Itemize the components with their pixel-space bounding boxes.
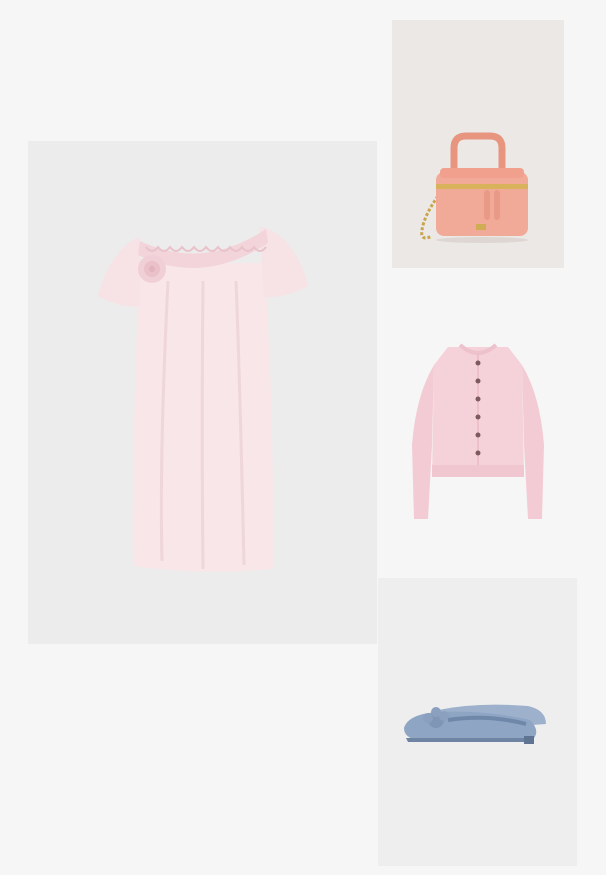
pink-vanity-handbag-icon [420,132,528,243]
shoes-product-tile[interactable] [378,578,577,866]
cardigan-product-tile[interactable] [392,305,564,553]
pink-cardigan-icon [412,343,544,519]
dress-product-tile[interactable] [28,141,377,644]
blue-ballet-flat-icon [404,704,546,744]
pink-ruffle-dress-icon [98,227,308,572]
handbag-product-tile[interactable] [392,20,564,268]
